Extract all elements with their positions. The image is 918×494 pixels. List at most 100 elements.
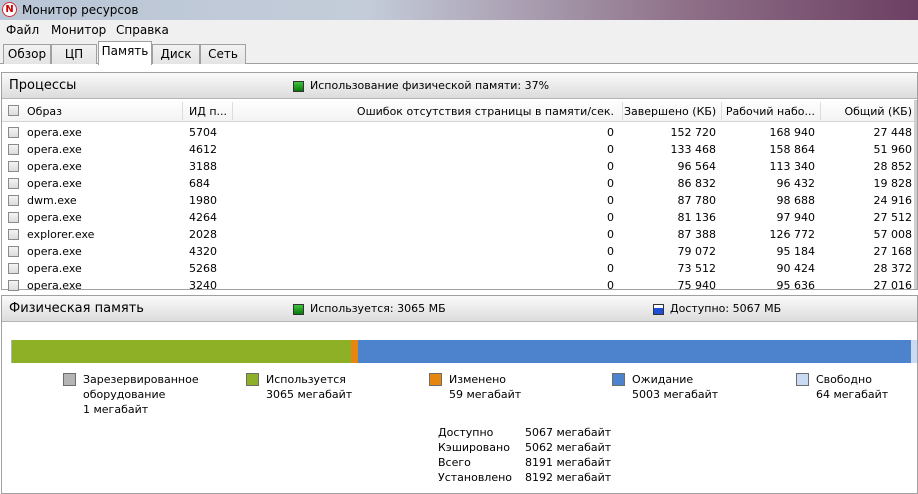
processes-header[interactable]: Процессы Использование физической памяти… <box>2 73 917 99</box>
summary-label: Установлено <box>438 471 513 484</box>
table-cell: 158 864 <box>769 143 816 156</box>
row-checkbox[interactable] <box>8 127 19 138</box>
row-checkbox[interactable] <box>8 246 19 257</box>
table-cell: 75 940 <box>677 279 717 292</box>
legend-swatch-modified <box>429 373 442 386</box>
table-cell: 27 016 <box>873 279 913 292</box>
memory-usage-text: Использование физической памяти: 37% <box>310 79 550 92</box>
table-row[interactable]: explorer.exe 2028 0 87 388 126 772 57 008 <box>2 226 917 243</box>
table-cell: 27 512 <box>873 211 913 224</box>
legend-text-used: Используется <box>266 373 346 386</box>
used-memory-icon <box>293 304 304 315</box>
process-scrollbar[interactable] <box>914 100 917 289</box>
window-title: Монитор ресурсов <box>22 3 139 17</box>
table-row[interactable]: opera.exe 5268 0 73 512 90 424 28 372 <box>2 260 917 277</box>
table-cell: 87 388 <box>677 228 717 241</box>
table-row[interactable]: opera.exe 3188 0 96 564 113 340 28 852 <box>2 158 917 175</box>
table-cell: opera.exe <box>27 245 82 258</box>
legend-swatch-standby <box>612 373 625 386</box>
tab-disk[interactable]: Диск <box>152 44 200 64</box>
table-row[interactable]: opera.exe 4612 0 133 468 158 864 51 960 <box>2 141 917 158</box>
processes-panel: Процессы Использование физической памяти… <box>1 72 918 292</box>
table-cell: 27 448 <box>873 126 913 139</box>
col-working-set[interactable]: Рабочий набо... <box>723 105 815 118</box>
table-cell: 4320 <box>189 245 217 258</box>
table-cell: opera.exe <box>27 211 82 224</box>
row-checkbox[interactable] <box>8 161 19 172</box>
table-cell: 0 <box>607 211 614 224</box>
tab-memory[interactable]: Память <box>98 41 152 65</box>
table-cell: 97 940 <box>776 211 816 224</box>
physical-memory-header[interactable]: Физическая память Используется: 3065 МБ … <box>2 296 917 322</box>
tab-strip: Обзор ЦП Память Диск Сеть <box>0 40 918 65</box>
table-cell: 87 780 <box>677 194 717 207</box>
table-row[interactable]: opera.exe 684 0 86 832 96 432 19 828 <box>2 175 917 192</box>
table-cell: 90 424 <box>776 262 816 275</box>
col-shareable[interactable]: Общий (КБ) <box>822 105 912 118</box>
table-cell: opera.exe <box>27 279 82 292</box>
tab-cpu[interactable]: ЦП <box>51 44 97 64</box>
memory-usage-icon <box>293 81 304 92</box>
table-row[interactable]: opera.exe 4320 0 79 072 95 184 27 168 <box>2 243 917 260</box>
table-cell: 0 <box>607 245 614 258</box>
table-cell: 96 564 <box>677 160 717 173</box>
table-cell: 19 828 <box>873 177 913 190</box>
table-cell: 3240 <box>189 279 217 292</box>
available-memory-text: Доступно: 5067 МБ <box>670 302 782 315</box>
app-icon: N <box>2 2 17 17</box>
row-checkbox[interactable] <box>8 195 19 206</box>
row-checkbox[interactable] <box>8 144 19 155</box>
table-cell: 4264 <box>189 211 217 224</box>
table-cell: 5704 <box>189 126 217 139</box>
table-cell: 3188 <box>189 160 217 173</box>
table-cell: 2028 <box>189 228 217 241</box>
tab-network[interactable]: Сеть <box>200 44 246 64</box>
col-image[interactable]: Образ <box>27 105 62 118</box>
process-table-header: Образ ИД п... Ошибок отсутствия страницы… <box>2 100 917 122</box>
physical-memory-title: Физическая память <box>9 301 144 316</box>
used-memory-text: Используется: 3065 МБ <box>310 302 446 315</box>
table-row[interactable]: opera.exe 3240 0 75 940 95 636 27 016 <box>2 277 917 294</box>
table-cell: 24 916 <box>873 194 913 207</box>
table-cell: 126 772 <box>769 228 816 241</box>
table-cell: opera.exe <box>27 177 82 190</box>
table-cell: 4612 <box>189 143 217 156</box>
tab-overview[interactable]: Обзор <box>3 44 51 64</box>
row-checkbox[interactable] <box>8 229 19 240</box>
table-cell: 0 <box>607 279 614 292</box>
table-cell: 79 072 <box>677 245 717 258</box>
table-row[interactable]: opera.exe 4264 0 81 136 97 940 27 512 <box>2 209 917 226</box>
table-cell: 51 960 <box>873 143 913 156</box>
menu-monitor[interactable]: Монитор <box>51 23 106 37</box>
table-cell: 684 <box>189 177 210 190</box>
table-cell: 0 <box>607 262 614 275</box>
table-cell: 133 468 <box>670 143 717 156</box>
summary-label: Кэшировано <box>438 441 510 454</box>
legend-text-free: 64 мегабайт <box>816 388 889 401</box>
col-commit[interactable]: Завершено (КБ) <box>624 105 716 118</box>
table-cell: explorer.exe <box>27 228 95 241</box>
table-cell: 0 <box>607 177 614 190</box>
col-pid[interactable]: ИД п... <box>189 105 227 118</box>
menu-bar: Файл Монитор Справка <box>0 20 918 40</box>
row-checkbox[interactable] <box>8 280 19 291</box>
table-cell: 0 <box>607 228 614 241</box>
row-checkbox[interactable] <box>8 212 19 223</box>
title-bar: N Монитор ресурсов <box>0 0 918 20</box>
select-all-checkbox[interactable] <box>8 105 19 116</box>
table-cell: opera.exe <box>27 160 82 173</box>
legend-text-reserved: 1 мегабайт <box>83 403 149 416</box>
menu-file[interactable]: Файл <box>6 23 39 37</box>
row-checkbox[interactable] <box>8 263 19 274</box>
menu-help[interactable]: Справка <box>116 23 169 37</box>
col-hard-faults[interactable]: Ошибок отсутствия страницы в памяти/сек. <box>238 105 614 118</box>
table-row[interactable]: opera.exe 5704 0 152 720 168 940 27 448 <box>2 124 917 141</box>
legend-text-modified: Изменено <box>449 373 507 386</box>
table-row[interactable]: dwm.exe 1980 0 87 780 98 688 24 916 <box>2 192 917 209</box>
memory-bar-standby <box>358 340 911 363</box>
row-checkbox[interactable] <box>8 178 19 189</box>
table-cell: opera.exe <box>27 262 82 275</box>
legend-swatch-used <box>246 373 259 386</box>
available-memory-icon <box>653 304 664 315</box>
summary-value: 8191 мегабайт <box>525 456 612 469</box>
